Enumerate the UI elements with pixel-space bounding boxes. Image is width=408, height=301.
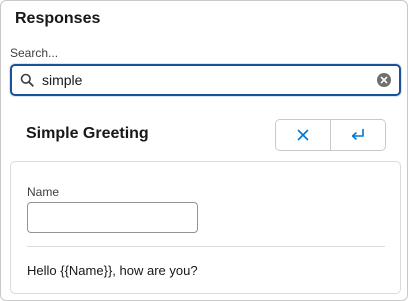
name-field[interactable] [27,202,198,233]
response-actions [275,119,386,151]
response-card: Name Hello {{Name}}, how are you? [10,161,401,294]
panel-title: Responses [15,10,101,27]
insert-button[interactable] [330,120,385,150]
search-label: Search... [10,46,59,60]
cancel-button[interactable] [276,120,330,150]
search-box[interactable] [10,64,401,96]
search-input[interactable] [42,68,362,92]
search-icon [20,73,34,87]
enter-return-icon [351,128,364,140]
response-title: Simple Greeting [26,125,149,142]
response-preview: Hello {{Name}}, how are you? [27,263,198,278]
responses-panel: Responses Search... Simple Greeting [0,0,408,301]
name-field-label: Name [27,185,60,199]
clear-search-icon[interactable] [377,73,391,87]
divider [27,246,385,247]
close-icon [297,129,309,141]
